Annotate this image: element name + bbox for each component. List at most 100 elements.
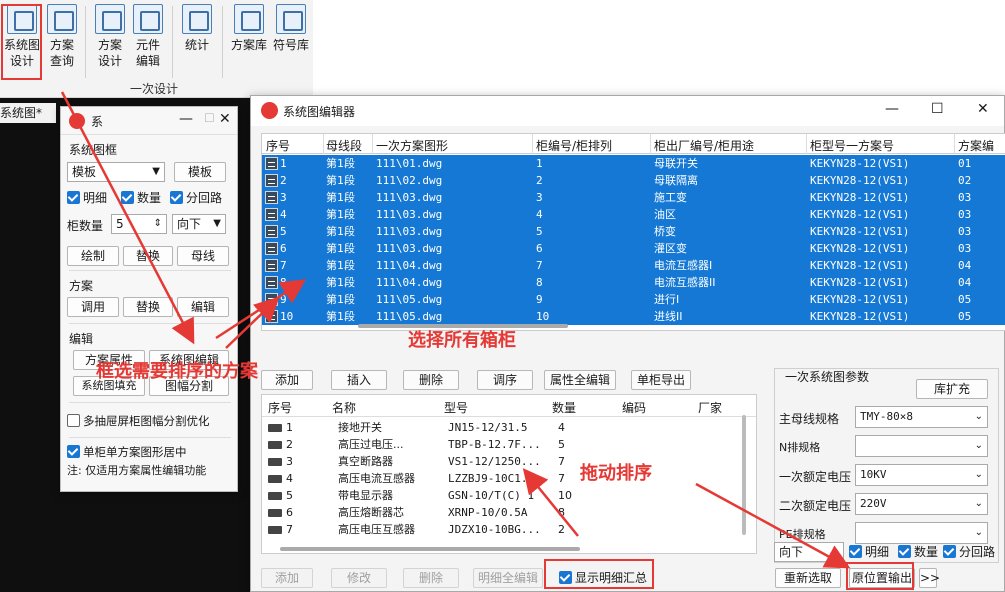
edit-scheme-button[interactable]: 编辑 — [177, 297, 229, 317]
export-cabinet-button[interactable]: 单柜导出 — [631, 370, 691, 390]
col-divider[interactable] — [806, 134, 807, 154]
center-single-checkbox[interactable]: 单柜单方案图形居中 — [67, 444, 187, 460]
header-cell[interactable]: 柜编号/柜排列 — [536, 137, 612, 154]
edit-all-details-button[interactable]: 明细全编辑 — [473, 568, 543, 588]
list-item[interactable]: 6 高压熔断器芯 XRNP-10/0.5A 8 — [262, 504, 752, 521]
col-divider[interactable] — [954, 134, 955, 154]
more-button[interactable]: >> — [919, 568, 940, 588]
draw-button[interactable]: 绘制 — [67, 246, 119, 266]
library-expand-button[interactable]: 库扩充 — [916, 379, 988, 399]
modify-detail-button[interactable]: 修改 — [331, 568, 387, 588]
secondary-voltage-select[interactable]: 220V ⌄ — [855, 493, 988, 515]
table-row[interactable]: 2 第1段 111\02.dwg 2 母联隔离 KEKYN28-12(VS1) 02 — [262, 172, 1005, 189]
stepper-icon[interactable]: ⇕ — [154, 215, 162, 233]
app-logo-icon — [261, 102, 278, 119]
minimize-icon[interactable]: — — [179, 111, 193, 127]
document-tab[interactable]: 系统图* — [0, 103, 56, 123]
header-cell[interactable]: 厂家 — [698, 399, 722, 416]
col-divider[interactable] — [532, 134, 533, 154]
cell-cab: 10 — [536, 310, 550, 323]
chevron-down-icon: ▼ — [152, 166, 160, 177]
symbol-library-button[interactable]: 符号库 — [270, 4, 312, 78]
list-item[interactable]: 7 高压电压互感器 JDZX10-10BG... 2 — [262, 521, 752, 538]
qty-checkbox[interactable]: 数量 — [898, 544, 938, 560]
close-icon[interactable]: ✕ — [977, 101, 989, 117]
header-cell[interactable]: 序号 — [268, 399, 292, 416]
cell-scheme: 03 — [958, 191, 972, 204]
table-row[interactable]: 5 第1段 111\03.dwg 5 桥变 KEKYN28-12(VS1) 03 — [262, 223, 1005, 240]
list-item[interactable]: 1 接地开关 JN15-12/31.5 4 — [262, 419, 752, 436]
bus-spec-select[interactable]: TMY-80×8 ⌄ — [855, 406, 988, 428]
detail-checkbox[interactable]: 明细 — [849, 544, 889, 560]
header-cell[interactable]: 型号 — [444, 399, 468, 416]
call-scheme-button[interactable]: 调用 — [67, 297, 119, 317]
n-spec-select[interactable]: ⌄ — [855, 435, 988, 457]
replace-scheme-button[interactable]: 替换 — [123, 297, 173, 317]
checkbox-checked-icon — [67, 191, 80, 204]
table-row[interactable]: 8 第1段 111\04.dwg 8 电流互感器II KEKYN28-12(VS1) 04 — [262, 274, 1005, 291]
header-cell[interactable]: 一次方案图形 — [376, 137, 448, 154]
maximize-icon[interactable]: ☐ — [204, 111, 215, 125]
qty-checkbox[interactable]: 数量 — [121, 190, 161, 206]
branch-checkbox[interactable]: 分回路 — [170, 190, 222, 206]
table-row[interactable]: 10 第1段 111\05.dwg 10 进线II KEKYN28-12(VS1) 05 — [262, 308, 1005, 325]
reselect-button[interactable]: 重新选取 — [775, 568, 841, 588]
header-cell[interactable]: 序号 — [266, 137, 290, 154]
component-icon — [268, 475, 282, 483]
primary-voltage-select[interactable]: 10KV ⌄ — [855, 464, 988, 486]
cab-count-stepper[interactable]: 5 ⇕ — [111, 214, 167, 234]
vertical-scrollbar[interactable] — [742, 415, 746, 535]
add-cabinet-button[interactable]: 添加 — [261, 370, 313, 390]
table-row[interactable]: 9 第1段 111\05.dwg 9 进行I KEKYN28-12(VS1) 05 — [262, 291, 1005, 308]
detail-table[interactable]: 序号 名称 型号 数量 编码 厂家 1 接地开关 JN15-12/31.5 4 2 高压过… — [261, 394, 757, 554]
table-row[interactable]: 4 第1段 111\03.dwg 4 油区 KEKYN28-12(VS1) 03 — [262, 206, 1005, 223]
template-select[interactable]: 模板 ▼ — [67, 162, 165, 182]
checkbox-checked-icon — [121, 191, 134, 204]
table-row[interactable]: 7 第1段 111\04.dwg 7 电流互感器I KEKYN28-12(VS1) 04 — [262, 257, 1005, 274]
multi-drawer-checkbox[interactable]: 多抽屉屏柜图幅分割优化 — [67, 413, 210, 429]
table-row[interactable]: 6 第1段 111\03.dwg 6 灌区变 KEKYN28-12(VS1) 03 — [262, 240, 1005, 257]
reorder-button[interactable]: 调序 — [477, 370, 533, 390]
ribbon-separator — [222, 6, 223, 78]
cell-bus: 第1段 — [326, 157, 355, 170]
insert-cabinet-button[interactable]: 插入 — [331, 370, 387, 390]
pe-spec-select[interactable]: ⌄ — [855, 522, 988, 544]
template-button[interactable]: 模板 — [174, 162, 226, 182]
statistics-button[interactable]: 统计 — [175, 4, 219, 78]
table-row[interactable]: 1 第1段 111\01.dwg 1 母联开关 KEKYN28-12(VS1) 01 — [262, 155, 1005, 172]
list-item[interactable]: 4 高压电流互感器 LZZBJ9-10C1... 7 — [262, 470, 752, 487]
detail-checkbox[interactable]: 明细 — [67, 190, 107, 206]
component-edit-button[interactable]: 元件 编辑 — [126, 4, 170, 78]
minimize-icon[interactable]: — — [885, 101, 899, 117]
delete-cabinet-button[interactable]: 删除 — [403, 370, 459, 390]
header-cell[interactable]: 柜型号一方案号 — [810, 137, 894, 154]
list-item[interactable]: 5 带电显示器 GSN-10/T(C) 1 10 — [262, 487, 752, 504]
delete-detail-button[interactable]: 删除 — [403, 568, 459, 588]
table-row[interactable]: 3 第1段 111\03.dwg 3 施工变 KEKYN28-12(VS1) 03 — [262, 189, 1005, 206]
header-cell[interactable]: 母线段 — [326, 137, 362, 154]
col-divider[interactable] — [650, 134, 651, 154]
col-divider[interactable] — [323, 134, 324, 154]
header-cell[interactable]: 数量 — [552, 399, 576, 416]
col-divider[interactable] — [372, 134, 373, 154]
close-icon[interactable]: ✕ — [219, 111, 231, 127]
scheme-query-button[interactable]: 方案 查询 — [40, 4, 84, 78]
edit-all-attrs-button[interactable]: 属性全编辑 — [544, 370, 616, 390]
branch-checkbox[interactable]: 分回路 — [943, 544, 995, 560]
maximize-icon[interactable]: ☐ — [931, 101, 944, 117]
header-cell[interactable]: 名称 — [332, 399, 356, 416]
header-cell[interactable]: 柜出厂编号/柜用途 — [654, 137, 754, 154]
bus-button[interactable]: 母线 — [177, 246, 229, 266]
scheme-library-button[interactable]: 方案库 — [226, 4, 272, 78]
direction-select[interactable]: 向下 ▼ — [172, 214, 226, 234]
cabinet-table[interactable]: 序号 母线段 一次方案图形 柜编号/柜排列 柜出厂编号/柜用途 柜型号一方案号 … — [261, 133, 1005, 331]
horizontal-scrollbar[interactable] — [280, 547, 580, 551]
component-icon — [133, 4, 163, 34]
list-item[interactable]: 3 真空断路器 VS1-12/1250... 7 — [262, 453, 752, 470]
list-item[interactable]: 2 高压过电压... TBP-B-12.7F... 5 — [262, 436, 752, 453]
add-detail-button[interactable]: 添加 — [261, 568, 313, 588]
replace-button[interactable]: 替换 — [123, 246, 173, 266]
header-cell[interactable]: 编码 — [622, 399, 646, 416]
direction-select[interactable]: 向下 — [774, 542, 844, 562]
header-cell[interactable]: 方案编 — [958, 137, 994, 154]
